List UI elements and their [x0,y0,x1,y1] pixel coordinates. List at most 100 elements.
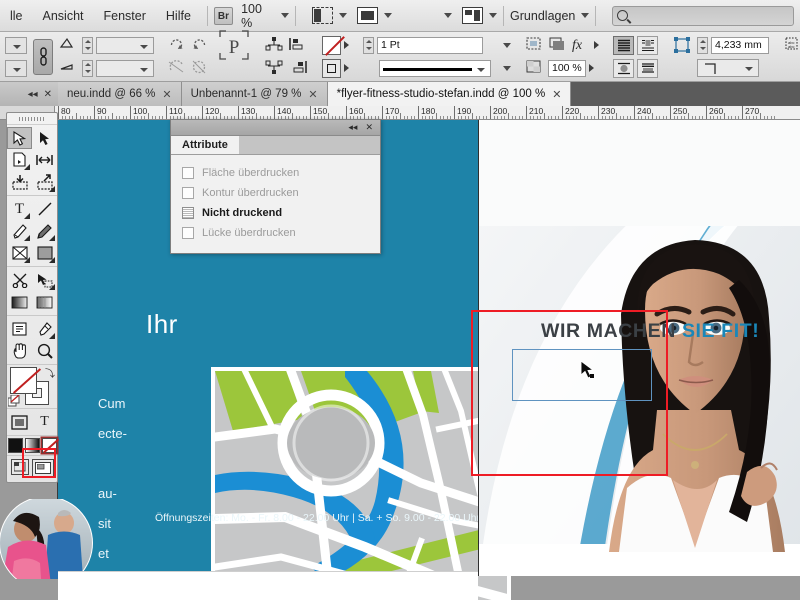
page-tool[interactable] [7,149,32,171]
tool-flyout-indicator[interactable] [49,257,55,263]
panel-drag-handle[interactable] [7,113,57,125]
search-field[interactable] [612,5,795,26]
menu-item-ansicht[interactable]: Ansicht [33,0,94,32]
close-icon[interactable]: ✕ [552,88,561,101]
rectangle-tool[interactable] [32,242,57,264]
shadow-effect-icon[interactable] [548,36,568,54]
effects-fx-icon[interactable]: fx [571,36,591,54]
tool-flyout-indicator[interactable] [24,164,30,170]
checkbox[interactable] [182,167,194,179]
apply-gradient-button[interactable] [24,438,40,453]
text-wrap-shape-button[interactable] [613,58,634,78]
tool-flyout-indicator[interactable] [24,213,30,219]
pen-tool[interactable] [7,220,32,242]
content-placer-tool[interactable] [32,171,57,193]
transparency-grid-icon[interactable] [525,59,545,77]
tool-flyout-indicator[interactable] [24,257,30,263]
stroke-weight-stepper[interactable] [363,36,374,54]
search-input[interactable] [628,9,789,22]
chevron-down-icon[interactable] [503,42,511,48]
corner-size-stepper[interactable] [697,36,708,54]
menu-item-hilfe[interactable]: Hilfe [156,0,201,32]
effects-dropdown-arrow[interactable] [594,41,599,49]
quick-apply-icon[interactable]: abc abc [783,36,800,54]
zoom-tool[interactable] [32,340,57,362]
hand-tool[interactable] [7,340,32,362]
rectangle-frame-tool[interactable] [7,242,32,264]
chevron-down-icon[interactable] [443,13,452,18]
close-icon[interactable]: ✕ [44,89,52,100]
attribute-panel[interactable]: ◂◂ ✕ Attribute Fläche überdrucken Kontur… [170,119,381,254]
line-tool[interactable] [32,198,57,220]
stroke-swatch[interactable] [322,58,341,78]
note-tool[interactable] [7,318,32,340]
document-tab-unbenannt[interactable]: Unbenannt-1 @ 79 % ✕ [181,82,328,106]
horizontal-ruler[interactable]: 80 90 100 110 120 130 140 150 160 170 180 190 200 210… [0,106,800,120]
normal-view-mode-button[interactable] [31,459,54,477]
map-graphic-frame[interactable] [211,367,511,600]
menu-item-0[interactable]: lle [0,0,33,32]
close-icon[interactable]: ✕ [162,88,171,101]
close-icon[interactable]: ✕ [308,88,317,101]
flip-horizontal-icon[interactable] [168,59,188,77]
scissors-tool[interactable] [7,269,32,291]
text-wrap-bounding-box-button[interactable] [637,35,658,55]
checkbox[interactable] [182,227,194,239]
chevron-down-icon[interactable] [503,65,511,71]
opacity-dropdown-arrow[interactable] [589,64,594,72]
document-tab-neu[interactable]: neu.indd @ 66 % ✕ [58,82,182,106]
reference-point-dropdown-2[interactable] [5,59,27,77]
chevron-down-icon[interactable] [489,13,498,18]
option-row-nonprinting[interactable]: Nicht druckend [171,203,380,223]
bridge-button[interactable]: Br [213,6,234,25]
type-tool[interactable]: T [7,198,32,220]
tab-attribute[interactable]: Attribute [171,136,239,154]
option-row-overprint-stroke[interactable]: Kontur überdrucken [171,183,380,203]
corner-size-value[interactable]: 4,233 mm [711,36,769,54]
document-canvas[interactable]: Ihr Cum ecte- au- sit et Öffnungszeiten:… [0,120,800,600]
content-collector-tool[interactable] [7,171,32,193]
tool-flyout-indicator[interactable] [49,284,55,290]
chevron-down-icon[interactable] [384,13,393,18]
tool-flyout-indicator[interactable] [49,235,55,241]
direct-selection-tool[interactable] [32,127,57,149]
chevron-down-icon[interactable] [280,13,289,18]
preview-mode-button[interactable] [10,459,29,475]
panel-title-bar[interactable]: ◂◂ ✕ [171,120,380,136]
gradient-swatch-tool[interactable] [7,291,32,313]
align-top-icon[interactable] [265,36,285,54]
close-icon[interactable]: ✕ [365,123,373,132]
checkbox[interactable] [182,187,194,199]
text-wrap-none-button[interactable] [613,35,634,55]
rotate-angle-dropdown[interactable] [96,59,154,77]
gradient-feather-tool[interactable] [32,291,57,313]
option-row-overprint-gap[interactable]: Lücke überdrucken [171,223,380,243]
workspace-switcher-label[interactable]: Grundlagen [510,9,575,23]
zoom-level-value[interactable]: 100 % [233,2,275,30]
fill-swatch-none[interactable] [10,367,37,394]
flip-vertical-icon[interactable] [191,59,211,77]
shear-stepper[interactable] [82,36,93,54]
collapse-icon[interactable]: ◂◂ [348,123,357,132]
selection-tool[interactable] [7,127,32,149]
align-bottom-icon[interactable] [265,59,285,77]
screen-mode-icon[interactable] [356,7,379,24]
format-affects-container-button[interactable] [7,411,32,433]
free-transform-tool[interactable] [32,269,57,291]
default-fill-stroke-icon[interactable] [8,395,20,407]
tools-panel[interactable]: T ⤵ T [6,112,58,483]
pencil-tool[interactable] [32,220,57,242]
checkbox[interactable] [182,207,194,219]
fitness-couple-photo[interactable] [0,499,130,579]
align-right-icon[interactable] [288,59,308,77]
rotate-stepper[interactable] [82,59,93,77]
eyedropper-tool[interactable] [32,318,57,340]
fill-stroke-controls[interactable]: ⤵ [7,365,57,409]
swap-fill-stroke-icon[interactable]: ⤵ [45,365,55,380]
rotate-counterclockwise-icon[interactable] [191,36,211,54]
view-options-icon[interactable] [311,7,333,24]
text-wrap-jump-button[interactable] [637,58,658,78]
apply-none-button[interactable] [41,438,57,453]
chevron-down-icon[interactable] [338,13,347,18]
format-affects-text-button[interactable]: T [32,411,57,433]
